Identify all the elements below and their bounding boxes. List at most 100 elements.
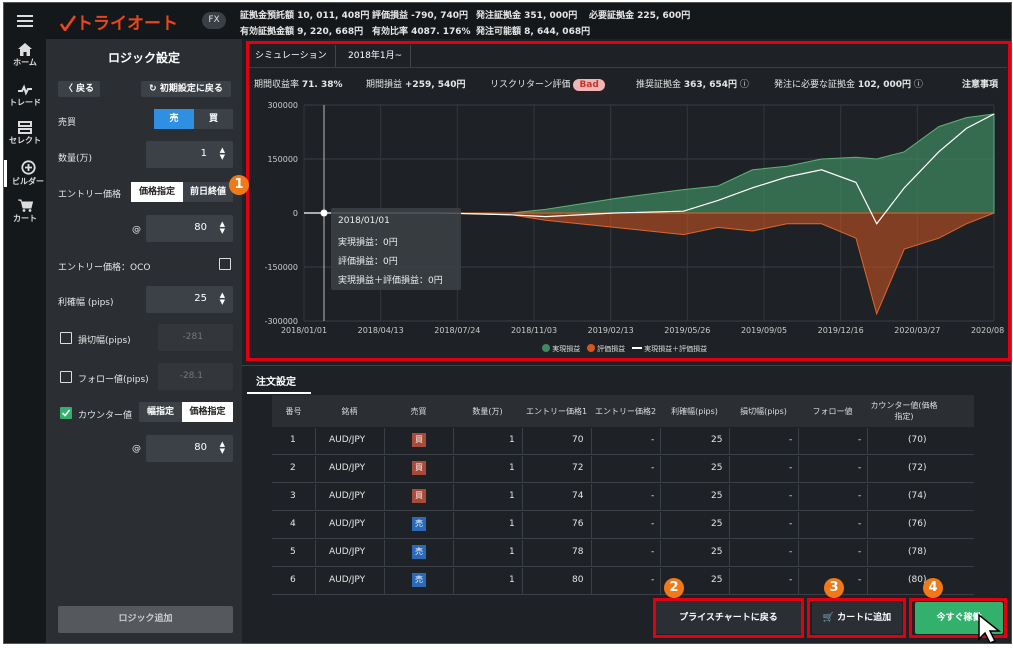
column-divider bbox=[591, 484, 592, 510]
stepper-arrows-icon[interactable]: ▲ ▼ bbox=[220, 441, 225, 455]
cell-follow: - bbox=[858, 519, 862, 529]
cell-sl: - bbox=[789, 435, 793, 445]
counter-price-value: 80 bbox=[194, 442, 207, 453]
entry-prev-close-toggle[interactable]: 前日終値 bbox=[183, 182, 233, 202]
nav-trade-label: トレード bbox=[9, 98, 41, 107]
th-counter: カウンター値(価格指定) bbox=[870, 401, 938, 421]
stop-loss-value: -281 bbox=[182, 332, 203, 342]
cell-pair: AUD/JPY bbox=[329, 519, 366, 529]
cell-entry1: 76 bbox=[572, 519, 584, 529]
reset-defaults-label: 初期設定に戻る bbox=[159, 84, 223, 94]
counter-price-toggle[interactable]: 価格指定 bbox=[182, 402, 233, 422]
column-divider bbox=[660, 484, 661, 510]
side-badge: 売 bbox=[412, 517, 426, 531]
table-row[interactable]: 6 AUD/JPY 売 1 80-25- - (80) bbox=[272, 568, 974, 595]
column-divider bbox=[384, 512, 385, 538]
counter-price-stepper[interactable]: 80 ▲ ▼ bbox=[146, 435, 233, 462]
column-divider bbox=[522, 512, 523, 538]
stop-loss-input[interactable]: -281 bbox=[158, 324, 233, 351]
column-divider bbox=[384, 428, 385, 454]
counter-width-toggle[interactable]: 幅指定 bbox=[139, 402, 182, 422]
follow-label: フォロー値(pips) bbox=[78, 375, 149, 385]
column-divider bbox=[591, 428, 592, 454]
cell-tp: 25 bbox=[711, 519, 723, 529]
annotation-box-back bbox=[653, 598, 804, 638]
column-divider bbox=[315, 484, 316, 510]
column-divider bbox=[384, 456, 385, 482]
cell-pair: AUD/JPY bbox=[329, 463, 366, 473]
counter-checkbox[interactable] bbox=[60, 407, 72, 419]
back-button[interactable]: 〈 戻る bbox=[58, 81, 100, 97]
marker-2: 2 bbox=[664, 578, 684, 598]
cell-pair: AUD/JPY bbox=[329, 575, 366, 585]
cell-pair: AUD/JPY bbox=[329, 491, 366, 501]
hd-order-margin-label: 発注証拠金 bbox=[476, 11, 522, 21]
hd-effective-margin: 有効証拠金額 9, 220, 668円 bbox=[240, 24, 363, 37]
stop-loss-checkbox[interactable] bbox=[60, 332, 72, 344]
column-divider bbox=[522, 540, 523, 566]
sell-toggle[interactable]: 売 bbox=[154, 109, 194, 129]
column-divider bbox=[660, 512, 661, 538]
nav-home[interactable]: ホーム bbox=[4, 43, 46, 68]
table-row[interactable]: 2 AUD/JPY 買 1 72 - 25 - - (72) bbox=[272, 456, 974, 483]
hd-required-margin-label: 必要証拠金 bbox=[589, 11, 635, 21]
table-row[interactable]: 5 AUD/JPY 売 1 78 - 25 - - (78) bbox=[272, 540, 974, 567]
column-divider bbox=[867, 428, 868, 454]
buy-toggle[interactable]: 買 bbox=[194, 109, 233, 129]
nav-trade[interactable]: トレード bbox=[4, 83, 46, 108]
column-divider bbox=[453, 568, 454, 594]
cell-counter: (74) bbox=[908, 491, 927, 501]
cell-entry1: 78 bbox=[572, 547, 584, 557]
column-divider bbox=[591, 540, 592, 566]
stepper-arrows-icon[interactable]: ▲ ▼ bbox=[220, 147, 225, 161]
cell-entry2: - bbox=[651, 491, 655, 501]
column-divider bbox=[453, 540, 454, 566]
oco-checkbox[interactable] bbox=[219, 258, 231, 270]
add-logic-button[interactable]: ロジック追加 bbox=[58, 606, 233, 633]
hd-effective-ratio: 有効比率 4087. 176% bbox=[372, 24, 471, 37]
logic-title: ロジック設定 bbox=[107, 51, 180, 65]
th-no: 番号 bbox=[285, 406, 302, 416]
cell-entry2: - bbox=[651, 463, 655, 473]
column-divider bbox=[522, 568, 523, 594]
th-tp: 利確幅(pips) bbox=[671, 406, 718, 416]
column-divider bbox=[591, 512, 592, 538]
follow-input[interactable]: -28.1 bbox=[158, 363, 233, 390]
stepper-arrows-icon[interactable]: ▲ ▼ bbox=[220, 292, 225, 306]
stepper-arrows-icon[interactable]: ▲ ▼ bbox=[220, 221, 225, 235]
cell-tp: 25 bbox=[711, 575, 723, 585]
take-profit-label: 利確幅 (pips) bbox=[58, 298, 114, 308]
column-divider bbox=[867, 456, 868, 482]
reset-defaults-button[interactable]: ↻ 初期設定に戻る bbox=[141, 81, 231, 97]
cell-no: 3 bbox=[290, 491, 296, 501]
cell-entry1: 74 bbox=[572, 491, 584, 501]
column-divider bbox=[522, 428, 523, 454]
cell-tp: 25 bbox=[711, 463, 723, 473]
column-divider bbox=[315, 456, 316, 482]
take-profit-stepper[interactable]: 25 ▲ ▼ bbox=[146, 286, 233, 313]
entry-price-specified-toggle[interactable]: 価格指定 bbox=[131, 182, 183, 202]
entry-price-label: エントリー価格 bbox=[58, 190, 122, 200]
hd-effective-margin-label: 有効証拠金額 bbox=[240, 27, 295, 37]
nav-builder[interactable]: ビルダー bbox=[4, 160, 49, 187]
cell-sl: - bbox=[789, 575, 793, 585]
follow-checkbox[interactable] bbox=[60, 371, 72, 383]
qty-stepper[interactable]: 1 ▲ ▼ bbox=[146, 141, 233, 168]
hamburger-menu-icon[interactable] bbox=[17, 15, 33, 27]
table-row[interactable]: 1 AUD/JPY 買 1 70 - 25 - - (70) bbox=[272, 428, 974, 455]
nav-cart[interactable]: カート bbox=[4, 199, 46, 224]
entry-price-stepper[interactable]: 80 ▲ ▼ bbox=[146, 215, 233, 242]
cell-entry1: 70 bbox=[572, 435, 584, 445]
cell-sl: - bbox=[789, 519, 793, 529]
cell-sl: - bbox=[789, 491, 793, 501]
annotation-box-cart bbox=[807, 598, 906, 638]
column-divider bbox=[453, 484, 454, 510]
home-icon bbox=[18, 43, 32, 56]
cell-sl: - bbox=[789, 547, 793, 557]
th-follow: フォロー値 bbox=[812, 406, 853, 416]
nav-select[interactable]: セレクト bbox=[4, 121, 46, 146]
fx-badge[interactable]: FX bbox=[202, 12, 226, 29]
table-row[interactable]: 3 AUD/JPY 買 1 74 - 25 - - (74) bbox=[272, 484, 974, 511]
table-row[interactable]: 4 AUD/JPY 売 1 76 - 25 - - (76) bbox=[272, 512, 974, 539]
column-divider bbox=[660, 428, 661, 454]
